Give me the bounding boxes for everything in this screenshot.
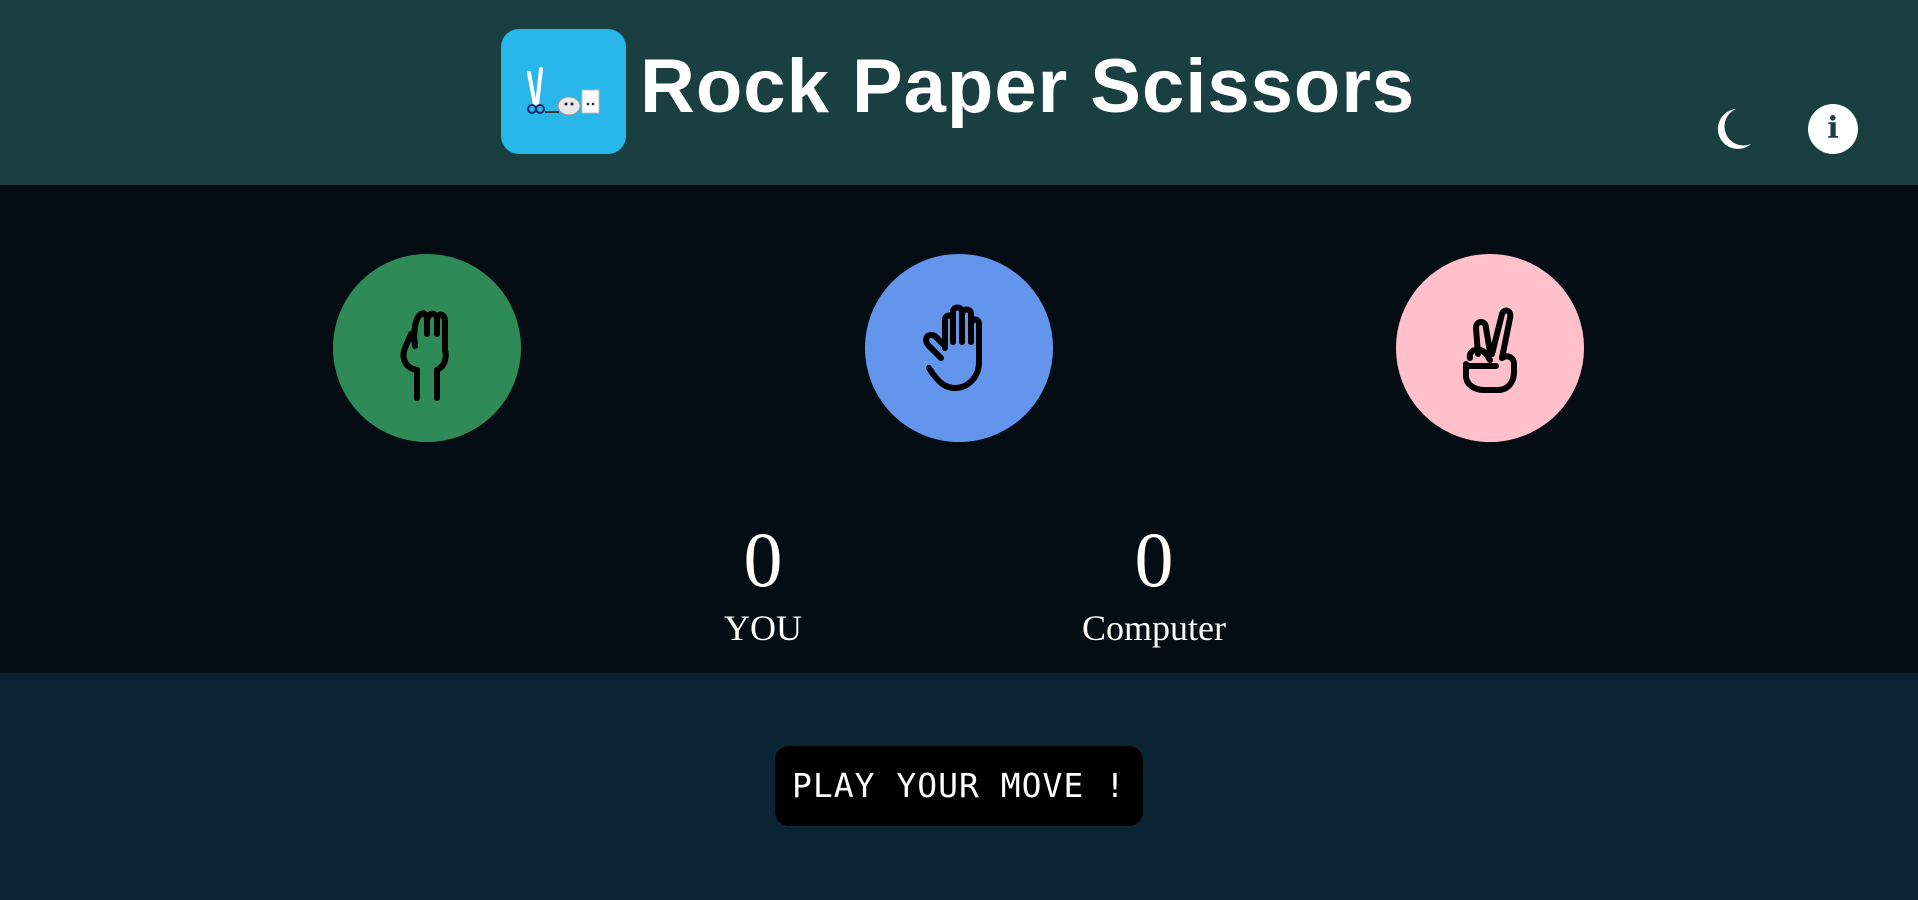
open-hand-icon — [923, 304, 982, 391]
game-arena: 0 YOU 0 Computer — [0, 185, 1918, 673]
rock-paper-scissors-logo-icon — [501, 29, 626, 154]
player-score-label: YOU — [724, 608, 802, 648]
moon-icon — [1717, 109, 1751, 149]
computer-score-value: 0 — [1134, 516, 1174, 603]
computer-score: 0 Computer — [1054, 516, 1254, 649]
computer-score-label: Computer — [1082, 608, 1226, 648]
rock-move-button[interactable] — [333, 254, 521, 442]
header-bar: Rock Paper Scissors i — [0, 0, 1918, 185]
info-button[interactable]: i — [1808, 104, 1858, 154]
player-score-value: 0 — [743, 516, 783, 603]
scissors-move-button[interactable] — [1396, 254, 1584, 442]
theme-toggle-button[interactable] — [1706, 104, 1756, 154]
player-score: 0 YOU — [663, 516, 863, 649]
paper-move-button[interactable] — [865, 254, 1053, 442]
play-your-move-button[interactable]: PLAY YOUR MOVE ! — [775, 746, 1143, 826]
victory-hand-icon — [1463, 307, 1517, 393]
info-icon: i — [1827, 111, 1839, 146]
page-title: Rock Paper Scissors — [640, 44, 1416, 129]
fist-icon — [400, 310, 449, 401]
play-your-move-label: PLAY YOUR MOVE ! — [792, 766, 1126, 805]
